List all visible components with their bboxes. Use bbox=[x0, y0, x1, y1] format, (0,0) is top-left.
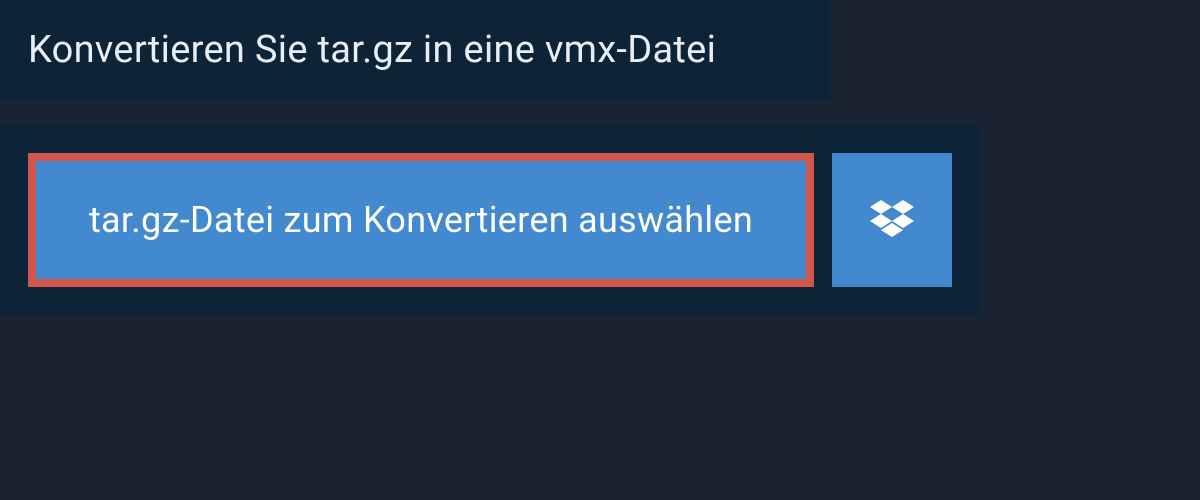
upload-panel: tar.gz-Datei zum Konvertieren auswählen bbox=[0, 125, 980, 315]
page-title: Konvertieren Sie tar.gz in eine vmx-Date… bbox=[28, 28, 802, 72]
select-file-label: tar.gz-Datei zum Konvertieren auswählen bbox=[89, 199, 753, 241]
page-header: Konvertieren Sie tar.gz in eine vmx-Date… bbox=[0, 0, 830, 100]
select-file-button[interactable]: tar.gz-Datei zum Konvertieren auswählen bbox=[28, 153, 814, 287]
dropbox-icon bbox=[870, 200, 914, 240]
dropbox-button[interactable] bbox=[832, 153, 952, 287]
